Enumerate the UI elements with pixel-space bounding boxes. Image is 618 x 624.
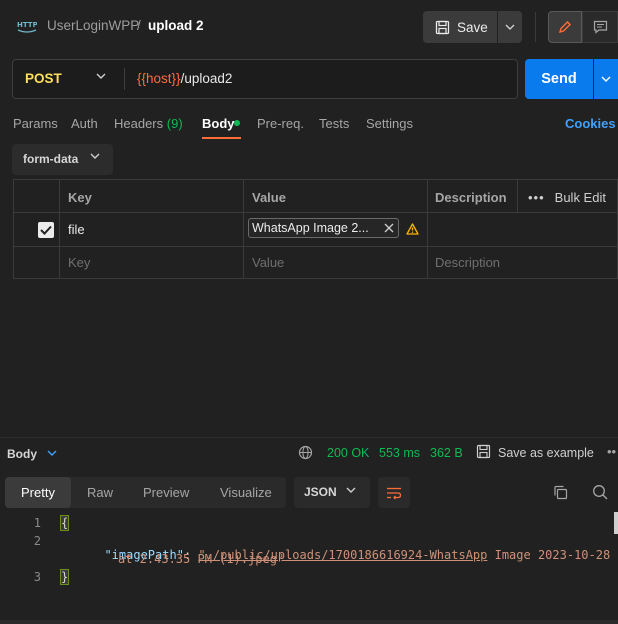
comments-button[interactable] <box>582 11 618 43</box>
edit-button[interactable] <box>548 11 582 43</box>
breadcrumb-collection[interactable]: UserLoginWPP <box>47 18 139 33</box>
url-bar: POST {{host}}/upload2 <box>12 59 518 99</box>
line-number: 1 <box>33 516 41 530</box>
form-data-table: Key Value Description ••• Bulk Edit file … <box>13 179 618 279</box>
json-open-brace: { <box>59 515 70 531</box>
send-label: Send <box>541 71 577 87</box>
file-chip[interactable]: WhatsApp Image 2... <box>248 218 399 238</box>
response-time[interactable]: 553 ms <box>379 446 420 460</box>
send-button[interactable]: Send <box>525 59 593 99</box>
save-icon <box>476 444 491 459</box>
new-description-input[interactable]: Description <box>435 255 500 270</box>
chevron-down-icon[interactable] <box>47 450 57 456</box>
save-button[interactable]: Save <box>423 11 497 43</box>
search-icon[interactable] <box>592 484 608 500</box>
body-mode-select[interactable]: form-data <box>12 144 113 175</box>
file-name: WhatsApp Image 2... <box>252 221 369 235</box>
json-value: Image 2023-10-28 <box>487 548 611 562</box>
body-indicator-dot <box>234 120 240 126</box>
more-options-icon[interactable]: •• <box>607 444 616 459</box>
table-divider <box>14 212 618 213</box>
line-number: 2 <box>33 534 41 548</box>
table-divider <box>14 246 618 247</box>
line-number: 3 <box>33 570 41 584</box>
globe-icon[interactable] <box>298 445 313 460</box>
comment-icon <box>593 20 607 34</box>
tab-params[interactable]: Params <box>13 116 58 131</box>
row-key-input[interactable]: file <box>68 222 85 237</box>
tab-prereq[interactable]: Pre-req. <box>257 116 304 131</box>
tab-auth[interactable]: Auth <box>71 116 98 131</box>
tab-headers-label: Headers <box>114 116 164 131</box>
new-value-input[interactable]: Value <box>252 255 284 270</box>
bulk-edit-button[interactable]: ••• Bulk Edit <box>528 190 606 205</box>
horizontal-scroll-indicator[interactable] <box>614 512 618 534</box>
chevron-down-icon[interactable] <box>96 73 106 79</box>
tab-tests[interactable]: Tests <box>319 116 349 131</box>
table-divider <box>59 180 60 278</box>
tab-settings[interactable]: Settings <box>366 116 413 131</box>
save-label: Save <box>457 19 488 35</box>
response-section-select[interactable]: Body <box>7 447 37 461</box>
bulk-edit-label: Bulk Edit <box>554 190 606 205</box>
url-variable: {{host}} <box>137 71 181 86</box>
svg-text:HTTP: HTTP <box>17 21 37 29</box>
breadcrumb-separator: / <box>137 18 141 33</box>
save-options-button[interactable] <box>498 11 522 43</box>
table-divider <box>517 180 518 212</box>
response-format-select[interactable]: JSON <box>294 477 370 508</box>
format-label: JSON <box>304 485 337 499</box>
response-size[interactable]: 362 B <box>430 446 463 460</box>
header-divider <box>535 12 536 42</box>
chevron-down-icon <box>346 487 356 493</box>
tab-raw[interactable]: Raw <box>87 485 113 500</box>
save-as-example-button[interactable]: Save as example <box>498 446 594 460</box>
new-key-input[interactable]: Key <box>68 255 90 270</box>
save-icon <box>435 20 450 34</box>
cookies-link[interactable]: Cookies <box>565 116 616 131</box>
url-path: /upload2 <box>180 71 233 86</box>
response-status[interactable]: 200 OK <box>327 446 369 460</box>
method-select[interactable]: POST <box>25 71 62 86</box>
url-divider <box>124 68 125 90</box>
copy-icon[interactable] <box>553 485 568 500</box>
table-divider <box>243 180 244 278</box>
table-divider <box>427 180 428 278</box>
status-bar <box>0 620 618 624</box>
row-enabled-checkbox[interactable] <box>38 222 54 238</box>
tab-visualize[interactable]: Visualize <box>220 485 272 500</box>
headers-count: (9) <box>166 116 183 131</box>
column-header-key: Key <box>68 190 92 205</box>
warning-icon[interactable] <box>406 223 419 235</box>
wrap-lines-button[interactable] <box>378 477 410 508</box>
chevron-down-icon <box>505 24 515 30</box>
request-name[interactable]: upload 2 <box>148 18 204 33</box>
request-header: HTTP UserLoginWPP / upload 2 Save <box>0 0 618 52</box>
json-value-continuation: at 2.43.35 PM (1).jpeg" <box>118 552 285 566</box>
send-options-button[interactable] <box>594 59 618 99</box>
column-header-value: Value <box>252 190 286 205</box>
active-tab-underline <box>202 137 241 139</box>
wrap-lines-icon <box>387 487 402 499</box>
pencil-icon <box>558 21 571 34</box>
body-mode-label: form-data <box>23 152 79 166</box>
response-divider <box>0 437 618 438</box>
tab-headers[interactable]: Headers (9) <box>114 116 183 131</box>
response-view-tabs: Pretty Raw Preview Visualize <box>5 477 286 508</box>
chevron-down-icon <box>601 76 611 82</box>
url-input[interactable]: {{host}}/upload2 <box>137 71 232 86</box>
tab-preview[interactable]: Preview <box>143 485 189 500</box>
chevron-down-icon <box>90 153 100 159</box>
tab-pretty[interactable]: Pretty <box>5 477 71 508</box>
tab-body[interactable]: Body <box>202 116 235 131</box>
json-close-brace: } <box>59 569 70 585</box>
more-horizontal-icon: ••• <box>528 190 545 205</box>
checkmark-icon <box>40 225 52 235</box>
http-request-icon: HTTP <box>17 21 37 33</box>
close-icon[interactable] <box>383 221 395 235</box>
column-header-description: Description <box>435 190 507 205</box>
